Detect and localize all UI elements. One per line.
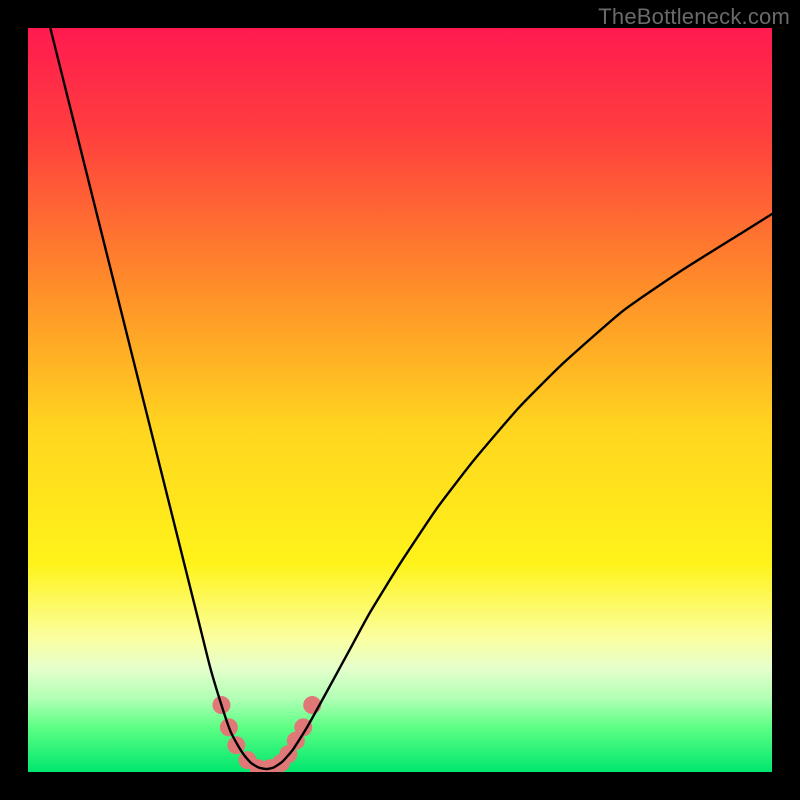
chart-background-gradient (28, 28, 772, 772)
watermark-text: TheBottleneck.com (598, 4, 790, 30)
chart-plot-area (28, 28, 772, 772)
chart-frame: TheBottleneck.com (0, 0, 800, 800)
chart-svg (28, 28, 772, 772)
